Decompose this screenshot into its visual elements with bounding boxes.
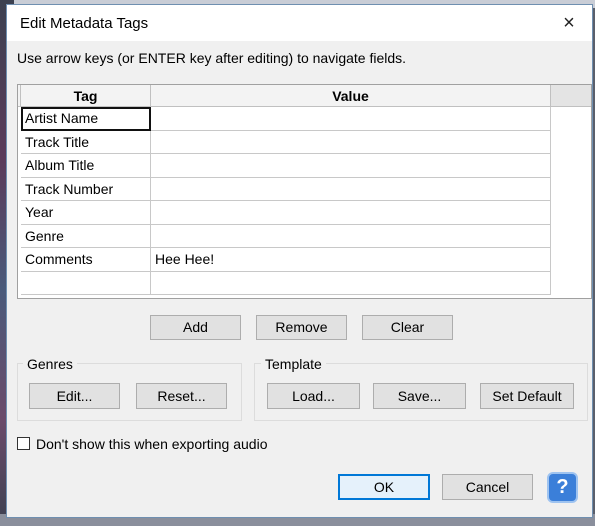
value-cell-genre[interactable] [151,224,551,248]
table-row: Artist Name [18,107,551,131]
tag-cell-track-number[interactable]: Track Number [21,177,151,201]
table-row: Genre [18,224,551,248]
column-header-value[interactable]: Value [151,85,551,107]
value-cell-year[interactable] [151,201,551,225]
template-save-button[interactable]: Save... [373,383,466,409]
grid-empty-area [551,107,591,298]
table-row: Track Title [18,130,551,154]
value-cell-comments[interactable]: Hee Hee! [151,248,551,272]
tag-cell-artist-name[interactable]: Artist Name [21,107,151,131]
cancel-button[interactable]: Cancel [442,474,533,500]
grid-header-filler [551,85,591,107]
title-bar: Edit Metadata Tags × [7,5,592,41]
genres-group-label: Genres [23,356,77,372]
edit-metadata-dialog: Edit Metadata Tags × Use arrow keys (or … [6,4,593,518]
template-group-label: Template [261,356,326,372]
help-button[interactable]: ? [547,472,578,503]
tag-cell-track-title[interactable]: Track Title [21,130,151,154]
grid-header: Tag Value [18,85,591,107]
table-row: Album Title [18,154,551,178]
value-cell-artist-name[interactable] [151,107,551,131]
close-icon[interactable]: × [556,10,582,36]
table-row [18,271,551,295]
template-set-default-button[interactable]: Set Default [480,383,574,409]
table-row: Track Number [18,177,551,201]
remove-button[interactable]: Remove [256,315,347,340]
help-icon: ? [556,476,569,498]
tag-cell-album-title[interactable]: Album Title [21,154,151,178]
table-row: Comments Hee Hee! [18,248,551,272]
instruction-text: Use arrow keys (or ENTER key after editi… [17,50,407,66]
table-row: Year [18,201,551,225]
value-cell-track-number[interactable] [151,177,551,201]
value-cell-empty[interactable] [151,271,551,295]
dont-show-checkbox[interactable] [17,437,30,450]
ok-button[interactable]: OK [338,474,430,500]
genres-edit-button[interactable]: Edit... [29,383,120,409]
add-button[interactable]: Add [150,315,241,340]
dialog-title: Edit Metadata Tags [20,15,149,32]
tag-cell-comments[interactable]: Comments [21,248,151,272]
tag-cell-year[interactable]: Year [21,201,151,225]
column-header-tag[interactable]: Tag [21,85,151,107]
tag-cell-empty[interactable] [21,271,151,295]
clear-button[interactable]: Clear [362,315,453,340]
dont-show-label[interactable]: Don't show this when exporting audio [36,436,267,452]
template-load-button[interactable]: Load... [267,383,360,409]
metadata-grid: Tag Value Artist Name Track Title Album … [17,84,592,299]
value-cell-album-title[interactable] [151,154,551,178]
tag-cell-genre[interactable]: Genre [21,224,151,248]
genres-reset-button[interactable]: Reset... [136,383,227,409]
value-cell-track-title[interactable] [151,130,551,154]
